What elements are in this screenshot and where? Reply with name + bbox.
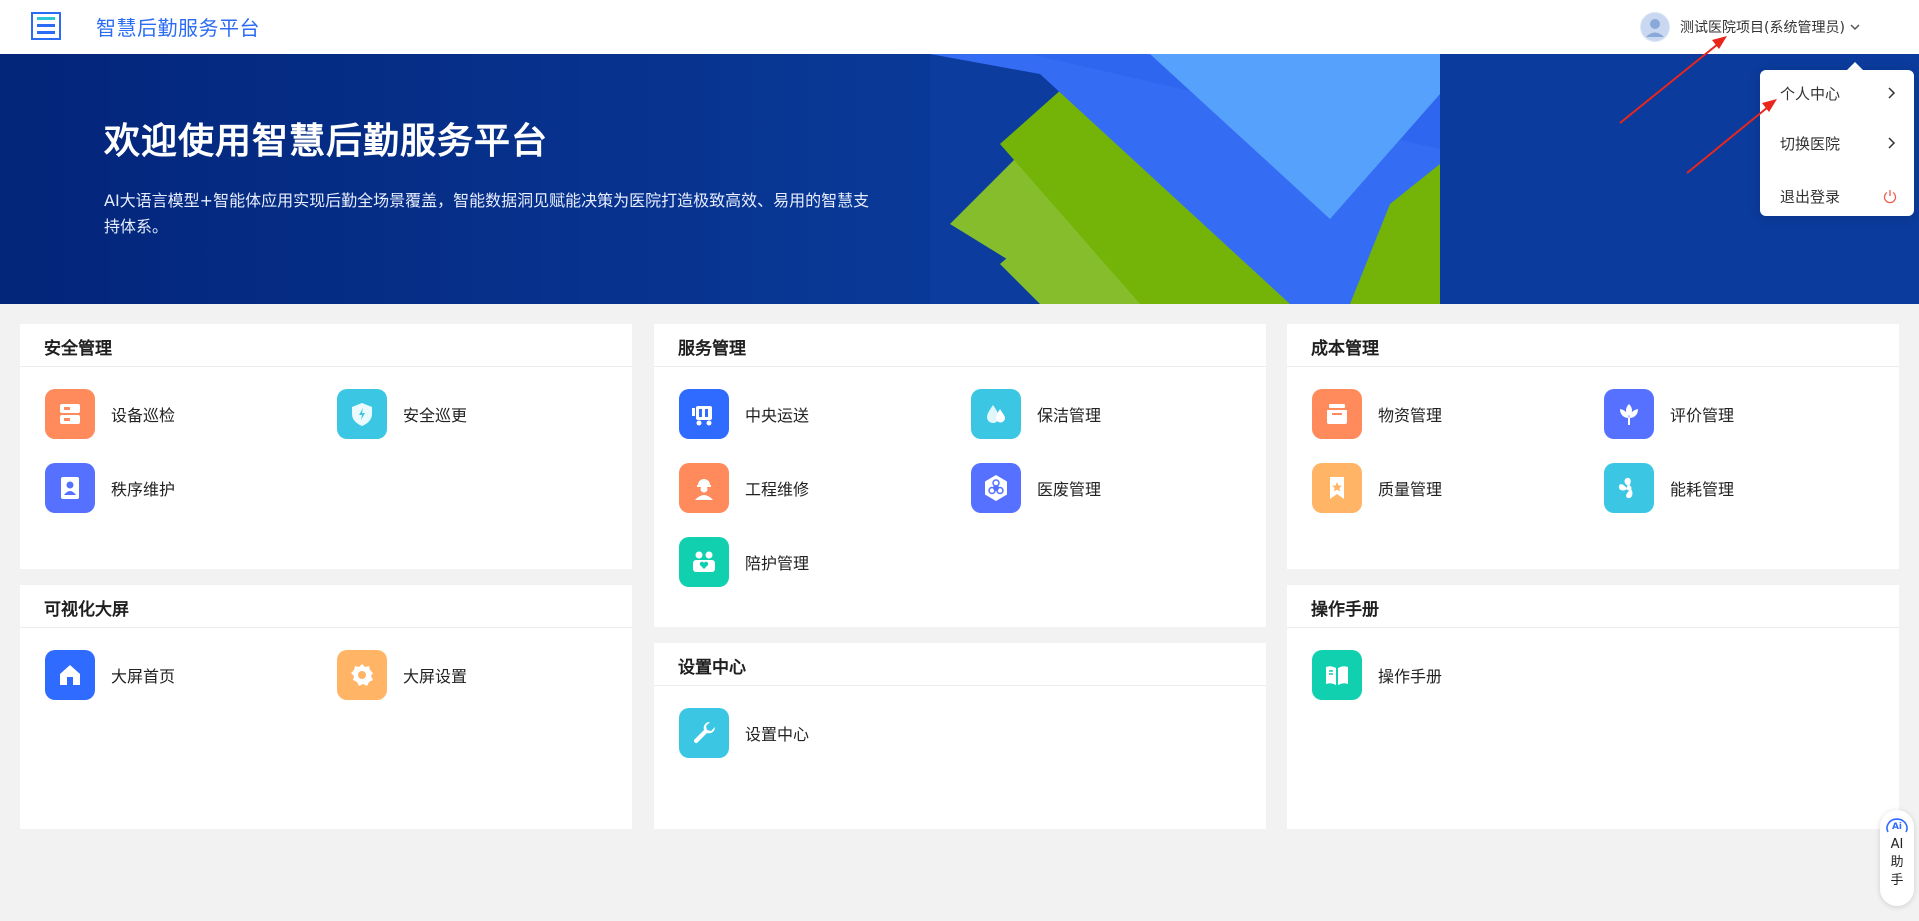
card-visualization: 可视化大屏 大屏首页 大屏设置	[20, 585, 632, 829]
card-title: 操作手册	[1311, 600, 1379, 620]
tile-label: 医废管理	[1037, 480, 1102, 499]
tile-dashboard-settings[interactable]: 大屏设置	[337, 650, 467, 700]
divider	[654, 366, 1266, 367]
tile-label: 设置中心	[745, 725, 810, 744]
tile-label: 操作手册	[1378, 667, 1443, 686]
avatar	[1640, 12, 1670, 42]
tile-label: 工程维修	[745, 480, 810, 499]
tile-evaluation[interactable]: 评价管理	[1604, 389, 1734, 439]
divider	[654, 685, 1266, 686]
card-title: 成本管理	[1311, 339, 1379, 359]
open-book-icon	[1312, 650, 1362, 700]
tile-label: 大屏设置	[403, 667, 468, 686]
card-title: 可视化大屏	[44, 600, 129, 620]
user-dropdown-menu: 个人中心 切换医院 退出登录	[1760, 70, 1914, 216]
caregiver-icon	[679, 537, 729, 587]
chevron-down-icon	[1850, 24, 1860, 31]
tile-cleaning[interactable]: 保洁管理	[971, 389, 1101, 439]
menu-item-label: 切换医院	[1780, 134, 1841, 153]
menu-item-switch-hospital[interactable]: 切换医院	[1780, 128, 1898, 158]
tile-label: 评价管理	[1670, 406, 1735, 425]
worker-icon	[679, 463, 729, 513]
server-list-icon	[45, 389, 95, 439]
card-settings-center: 设置中心 设置中心	[654, 643, 1266, 829]
tile-energy[interactable]: 能耗管理	[1604, 463, 1734, 513]
tile-label: 质量管理	[1378, 480, 1443, 499]
tile-label: 保洁管理	[1037, 406, 1102, 425]
banner-title: 欢迎使用智慧后勤服务平台	[104, 121, 549, 162]
user-name: 测试医院项目(系统管理员)	[1680, 20, 1845, 36]
card-cost: 成本管理 物资管理 评价管理 质量管理 能耗管理	[1287, 324, 1899, 569]
tile-materials[interactable]: 物资管理	[1312, 389, 1442, 439]
tile-dashboard-home[interactable]: 大屏首页	[45, 650, 175, 700]
shield-icon	[337, 389, 387, 439]
water-drop-icon	[971, 389, 1021, 439]
tile-quality[interactable]: 质量管理	[1312, 463, 1442, 513]
bookmark-star-icon	[1312, 463, 1362, 513]
wrench-icon	[679, 708, 729, 758]
menu-item-label: 个人中心	[1780, 84, 1841, 103]
ai-icon-text: Ai	[1892, 822, 1902, 832]
banner-description: AI大语言模型+智能体应用实现后勤全场景覆盖，智能数据洞见赋能决策为医院打造极致…	[104, 191, 870, 236]
flower-icon	[1604, 389, 1654, 439]
card-title: 安全管理	[44, 339, 112, 359]
divider	[20, 366, 632, 367]
card-title: 设置中心	[678, 658, 746, 678]
cart-icon	[679, 389, 729, 439]
card-title: 服务管理	[678, 339, 746, 359]
tile-label: 大屏首页	[111, 667, 176, 686]
tile-label: 物资管理	[1378, 406, 1443, 425]
ai-robot-icon: Ai	[1886, 818, 1908, 833]
gear-icon	[337, 650, 387, 700]
home-icon	[45, 650, 95, 700]
menu-item-label: 退出登录	[1780, 187, 1841, 206]
tile-medical-waste[interactable]: 医废管理	[971, 463, 1101, 513]
menu-item-personal-center[interactable]: 个人中心	[1780, 73, 1898, 113]
card-service: 服务管理 中央运送 保洁管理 工程维修 医废管理 陪护管理	[654, 324, 1266, 627]
divider	[1287, 627, 1899, 628]
tile-order-maintenance[interactable]: 秩序维护	[45, 463, 175, 513]
tile-label: 设备巡检	[111, 406, 176, 425]
tile-operation-manual[interactable]: 操作手册	[1312, 650, 1442, 700]
tile-escort-care[interactable]: 陪护管理	[679, 537, 809, 587]
tile-label: 中央运送	[745, 406, 810, 425]
contact-book-icon	[45, 463, 95, 513]
tile-label: 秩序维护	[111, 480, 176, 499]
welcome-banner: 欢迎使用智慧后勤服务平台 AI大语言模型+智能体应用实现后勤全场景覆盖，智能数据…	[0, 54, 1919, 304]
divider	[1287, 366, 1899, 367]
chevron-right-icon	[1888, 137, 1896, 149]
logo-icon	[31, 12, 61, 40]
user-menu-trigger[interactable]: 测试医院项目(系统管理员)	[1640, 11, 1862, 43]
app-title: 智慧后勤服务平台	[96, 16, 260, 40]
chevron-right-icon	[1888, 87, 1896, 99]
divider	[20, 627, 632, 628]
tile-settings-center[interactable]: 设置中心	[679, 708, 809, 758]
tile-equipment-inspection[interactable]: 设备巡检	[45, 389, 175, 439]
user-avatar-icon	[1641, 13, 1669, 41]
inbox-icon	[1312, 389, 1362, 439]
ai-assistant-button[interactable]: Ai AI助手	[1880, 810, 1914, 906]
tile-label: 能耗管理	[1670, 480, 1735, 499]
top-header: 智慧后勤服务平台 测试医院项目(系统管理员)	[0, 0, 1919, 54]
card-manual: 操作手册 操作手册	[1287, 585, 1899, 829]
power-icon	[1883, 190, 1897, 204]
tile-security-patrol[interactable]: 安全巡更	[337, 389, 467, 439]
card-security: 安全管理 设备巡检 安全巡更 秩序维护	[20, 324, 632, 569]
ai-assistant-label: AI助手	[1890, 837, 1904, 888]
banner-geometric-art	[930, 54, 1440, 304]
fan-icon	[1604, 463, 1654, 513]
tile-label: 陪护管理	[745, 554, 810, 573]
biohazard-icon	[971, 463, 1021, 513]
tile-engineering-repair[interactable]: 工程维修	[679, 463, 809, 513]
menu-item-logout[interactable]: 退出登录	[1780, 181, 1898, 211]
tile-central-transport[interactable]: 中央运送	[679, 389, 809, 439]
tile-label: 安全巡更	[403, 406, 468, 425]
